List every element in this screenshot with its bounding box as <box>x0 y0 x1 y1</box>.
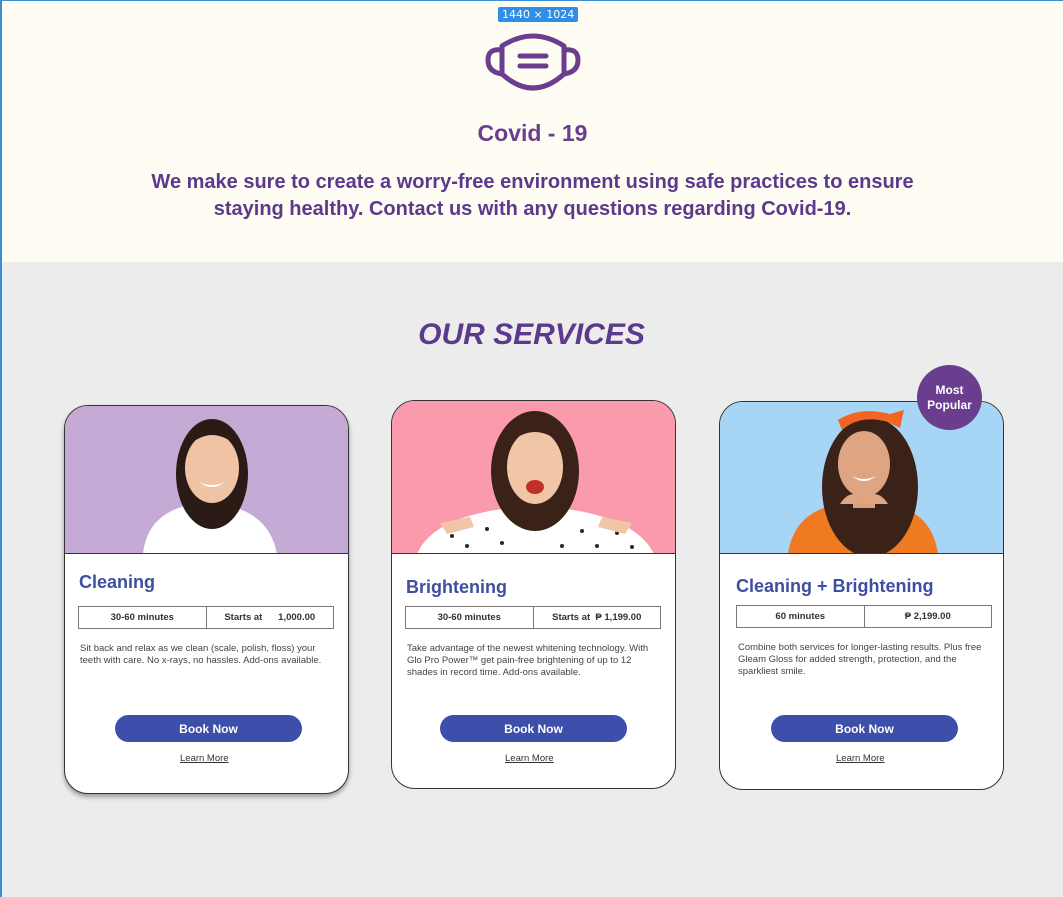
covid-section: Covid - 19 We make sure to create a worr… <box>2 1 1063 262</box>
service-description: Take advantage of the newest whitening t… <box>407 643 649 678</box>
covid-description: We make sure to create a worry-free envi… <box>92 169 973 223</box>
service-description: Combine both services for longer-lasting… <box>738 642 982 677</box>
woman-portrait-image <box>417 411 654 553</box>
learn-more-link[interactable]: Learn More <box>836 753 885 764</box>
service-title: Cleaning + Brightening <box>736 576 934 596</box>
service-description: Sit back and relax as we clean (scale, p… <box>80 643 322 666</box>
service-price: ₱ 2,199.00 <box>863 606 992 627</box>
service-card-cleaning-brightening: Cleaning + Brightening 60 minutes ₱ 2,19… <box>719 401 1004 790</box>
woman-portrait-image <box>143 419 277 553</box>
service-price: Starts at ₱ 1,199.00 <box>532 607 661 628</box>
face-mask-icon <box>485 33 581 91</box>
book-now-button[interactable]: Book Now <box>771 715 958 742</box>
services-title: OUR SERVICES <box>418 318 645 351</box>
service-duration: 30-60 minutes <box>437 612 501 623</box>
learn-more-link[interactable]: Learn More <box>180 753 229 764</box>
service-title: Brightening <box>406 577 507 597</box>
service-card-brightening: Brightening 30-60 minutes Starts at ₱ 1,… <box>391 400 676 789</box>
badge-line-2: Popular <box>927 397 972 412</box>
service-title: Cleaning <box>79 572 156 592</box>
service-card-cleaning: Cleaning 30-60 minutes Starts at 1,000.0… <box>64 405 349 794</box>
service-info-row: 60 minutes ₱ 2,199.00 <box>736 605 992 628</box>
covid-title: Covid - 19 <box>477 120 588 146</box>
service-info-row: 30-60 minutes Starts at ₱ 1,199.00 <box>405 606 661 629</box>
covid-description-line-2: staying healthy. Contact us with any que… <box>213 198 852 220</box>
book-now-button[interactable]: Book Now <box>440 715 627 742</box>
service-photo <box>392 401 675 554</box>
service-info-row: 30-60 minutes Starts at 1,000.00 <box>78 606 334 629</box>
artboard-size-badge: 1440 × 1024 <box>498 7 579 22</box>
covid-description-line-1: We make sure to create a worry-free envi… <box>151 171 914 193</box>
service-photo <box>65 406 348 554</box>
badge-line-1: Most <box>935 382 964 397</box>
service-duration: 30-60 minutes <box>110 612 174 623</box>
service-price: Starts at 1,000.00 <box>205 607 334 628</box>
service-duration: 60 minutes <box>775 611 826 622</box>
learn-more-link[interactable]: Learn More <box>505 753 554 764</box>
most-popular-badge: Most Popular <box>917 365 982 430</box>
book-now-button[interactable]: Book Now <box>115 715 302 742</box>
